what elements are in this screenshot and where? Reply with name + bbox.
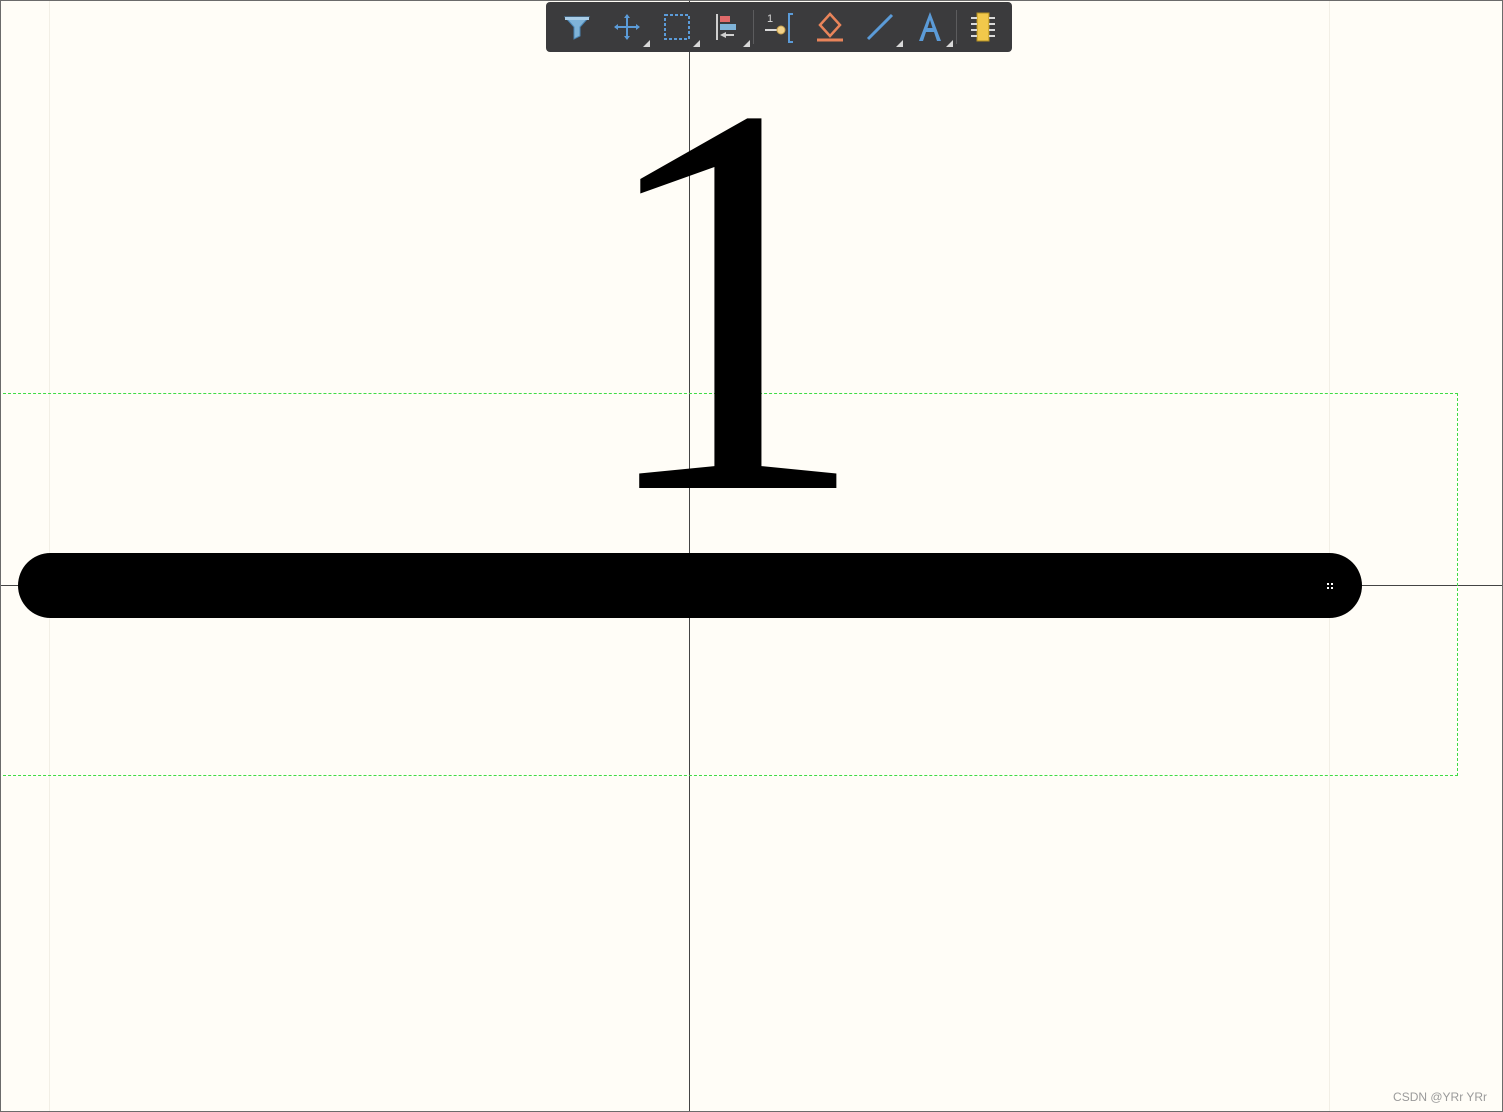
component-button[interactable] — [958, 4, 1008, 50]
active-bar-toolbar: 1 — [546, 2, 1012, 52]
component-icon — [971, 12, 995, 42]
submenu-indicator-icon — [946, 40, 953, 47]
filter-button[interactable] — [552, 4, 602, 50]
submenu-indicator-icon — [643, 40, 650, 47]
submenu-indicator-icon — [743, 40, 750, 47]
ieee-symbols-button[interactable] — [805, 4, 855, 50]
toolbar-separator — [753, 10, 754, 44]
place-line-button[interactable] — [855, 4, 905, 50]
ieee-symbol-icon — [817, 12, 843, 42]
place-pin-icon: 1 — [765, 13, 793, 43]
schematic-canvas[interactable]: 1 1 CSDN @YRr YRr — [0, 0, 1503, 1112]
align-icon — [716, 14, 736, 40]
align-button[interactable] — [702, 4, 752, 50]
line-icon — [866, 13, 894, 41]
svg-text:1: 1 — [767, 13, 773, 25]
sheet-border — [0, 0, 1503, 1112]
toolbar-separator — [956, 10, 957, 44]
selection-rectangle-icon — [664, 14, 690, 40]
text-icon — [919, 12, 941, 41]
filter-icon — [563, 16, 591, 40]
watermark-text: CSDN @YRr YRr — [1393, 1090, 1487, 1104]
submenu-indicator-icon — [693, 40, 700, 47]
select-button[interactable] — [652, 4, 702, 50]
submenu-indicator-icon — [896, 40, 903, 47]
move-icon — [614, 14, 640, 40]
move-button[interactable] — [602, 4, 652, 50]
place-pin-button[interactable]: 1 — [755, 4, 805, 50]
place-text-button[interactable] — [905, 4, 955, 50]
